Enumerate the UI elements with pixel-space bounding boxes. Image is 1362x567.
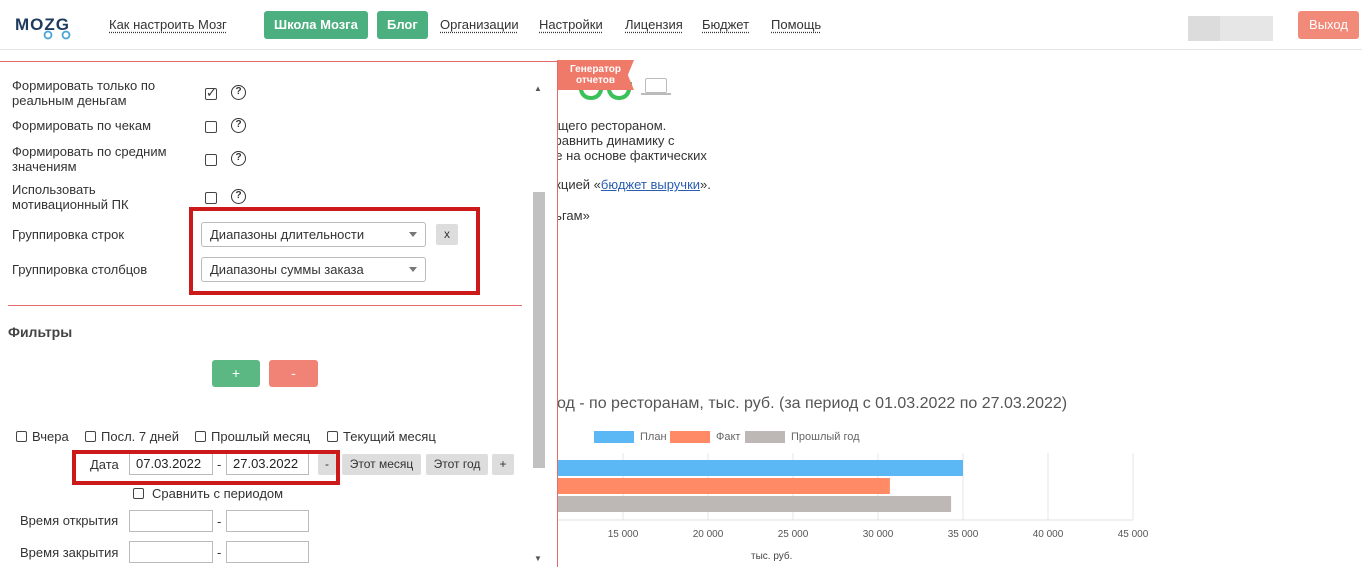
checkbox-real-money[interactable] bbox=[205, 85, 217, 101]
checkbox-by-checks[interactable] bbox=[205, 121, 217, 133]
nav-link-settings[interactable]: Настройки bbox=[539, 17, 603, 32]
scroll-down-icon[interactable]: ▼ bbox=[534, 554, 542, 563]
open-time-to-input[interactable] bbox=[226, 510, 309, 532]
x-tick-label: 35 000 bbox=[948, 529, 979, 540]
close-time-to-input[interactable] bbox=[226, 541, 309, 563]
legend-swatch-plan bbox=[594, 431, 634, 443]
legend-swatch-last-year bbox=[745, 431, 785, 443]
chart-title: иод - по ресторанам, тыс. руб. (за перио… bbox=[548, 395, 1068, 412]
option-label-by-checks: Формировать по чекам bbox=[12, 118, 152, 133]
report-settings-panel: Формировать только по реальным деньгам ?… bbox=[0, 61, 558, 567]
checkbox[interactable] bbox=[195, 431, 206, 442]
report-generator-badge[interactable]: Генератор отчетов bbox=[557, 60, 634, 90]
legend-item-fact[interactable]: Факт bbox=[670, 431, 740, 443]
option-label-real-money: Формировать только по реальным деньгам bbox=[12, 78, 156, 108]
bar-fact[interactable] bbox=[540, 478, 890, 494]
nav-link-help[interactable]: Помощь bbox=[771, 17, 821, 32]
description-line-2: сравнить динамику с bbox=[548, 133, 675, 148]
budget-revenue-link[interactable]: бюджет выручки bbox=[601, 177, 700, 192]
nav-link-budget[interactable]: Бюджет bbox=[702, 17, 749, 32]
logo-text: MOZG bbox=[15, 15, 70, 34]
legend-label-plan: План bbox=[640, 431, 667, 443]
period-last-7-days[interactable]: Посл. 7 дней bbox=[85, 429, 179, 444]
nav-link-how-to-setup[interactable]: Как настроить Мозг bbox=[109, 17, 227, 32]
x-tick-label: 20 000 bbox=[693, 529, 724, 540]
this-month-button[interactable]: Этот месяц bbox=[342, 454, 421, 475]
grouping-highlight-box bbox=[189, 207, 480, 295]
bar-chart: 15 000 20 000 25 000 30 000 35 000 40 000 45 0… bbox=[540, 453, 1149, 562]
open-time-label: Время открытия bbox=[20, 513, 119, 528]
close-time-label: Время закрытия bbox=[20, 545, 119, 560]
nav-link-license[interactable]: Лицензия bbox=[625, 17, 683, 32]
laptop-icon bbox=[641, 78, 671, 95]
open-time-from-input[interactable] bbox=[129, 510, 213, 532]
scroll-up-icon[interactable]: ▲ bbox=[534, 84, 542, 93]
x-tick-label: 45 000 bbox=[1118, 529, 1149, 540]
row-grouping-label: Группировка строк bbox=[12, 227, 125, 242]
x-tick-label: 15 000 bbox=[608, 529, 639, 540]
x-axis-label: тыс. руб. bbox=[751, 550, 792, 562]
nav-link-organizations[interactable]: Организации bbox=[440, 17, 519, 32]
bar-last-year[interactable] bbox=[540, 496, 952, 512]
chart-tick-labels: 15 000 20 000 25 000 30 000 35 000 40 000 45 0… bbox=[608, 529, 1149, 540]
chart-bars bbox=[540, 460, 963, 512]
close-time-from-input[interactable] bbox=[129, 541, 213, 563]
filters-title: Фильтры bbox=[8, 324, 73, 340]
scrollbar-thumb[interactable] bbox=[533, 192, 545, 468]
help-icon[interactable]: ? bbox=[231, 151, 246, 166]
add-filter-button[interactable]: + bbox=[212, 360, 260, 387]
remove-filter-button[interactable]: - bbox=[269, 360, 318, 387]
date-increment-button[interactable]: + bbox=[492, 454, 514, 475]
user-account-block[interactable] bbox=[1188, 16, 1273, 41]
description-line-4: нкцией «бюджет выручки». bbox=[548, 177, 711, 192]
panel-scrollbar[interactable]: ▲ ▼ bbox=[530, 80, 546, 567]
school-button[interactable]: Школа Мозга bbox=[264, 11, 368, 39]
help-icon[interactable]: ? bbox=[231, 85, 246, 100]
period-yesterday[interactable]: Вчера bbox=[16, 429, 69, 444]
checkbox[interactable] bbox=[16, 431, 27, 442]
x-tick-label: 40 000 bbox=[1033, 529, 1064, 540]
compare-period-option[interactable]: Сравнить с периодом bbox=[133, 486, 283, 501]
checkbox[interactable] bbox=[327, 431, 338, 442]
mozg-logo-graphic: MOZG bbox=[15, 15, 71, 40]
x-tick-label: 25 000 bbox=[778, 529, 809, 540]
checkbox[interactable] bbox=[85, 431, 96, 442]
avatar bbox=[1188, 16, 1220, 41]
top-navigation-bar: MOZG Как настроить Мозг Школа Мозга Блог… bbox=[0, 0, 1362, 50]
checkbox-motivational-pc[interactable] bbox=[205, 192, 217, 204]
option-label-motivational-pc: Использовать мотивационный ПК bbox=[12, 182, 129, 212]
bar-plan[interactable] bbox=[540, 460, 963, 476]
close-time-dash: - bbox=[217, 545, 222, 560]
checkbox-averages[interactable] bbox=[205, 154, 217, 166]
x-tick-label: 30 000 bbox=[863, 529, 894, 540]
blog-button[interactable]: Блог bbox=[377, 11, 428, 39]
period-last-month[interactable]: Прошлый месяц bbox=[195, 429, 310, 444]
period-current-month[interactable]: Текущий месяц bbox=[327, 429, 436, 444]
open-time-dash: - bbox=[217, 514, 222, 529]
help-icon[interactable]: ? bbox=[231, 189, 246, 204]
description-line-3: це на основе фактических bbox=[548, 148, 707, 163]
legend-label-fact: Факт bbox=[716, 431, 741, 443]
mozg-logo[interactable]: MOZG bbox=[14, 11, 76, 41]
date-highlight-box bbox=[72, 450, 340, 485]
help-icon[interactable]: ? bbox=[231, 118, 246, 133]
this-year-button[interactable]: Этот год bbox=[426, 454, 488, 475]
legend-item-last-year[interactable]: Прошлый год bbox=[745, 431, 860, 443]
legend-swatch-fact bbox=[670, 431, 710, 443]
exit-button[interactable]: Выход bbox=[1298, 11, 1359, 39]
section-divider bbox=[8, 305, 522, 306]
legend-label-last-year: Прошлый год bbox=[791, 431, 860, 443]
legend-item-plan[interactable]: План bbox=[594, 431, 667, 443]
checkbox[interactable] bbox=[133, 488, 144, 499]
option-label-averages: Формировать по средним значениям bbox=[12, 144, 167, 174]
column-grouping-label: Группировка столбцов bbox=[12, 262, 148, 277]
description-line-1: ющего рестораном. bbox=[548, 118, 667, 133]
